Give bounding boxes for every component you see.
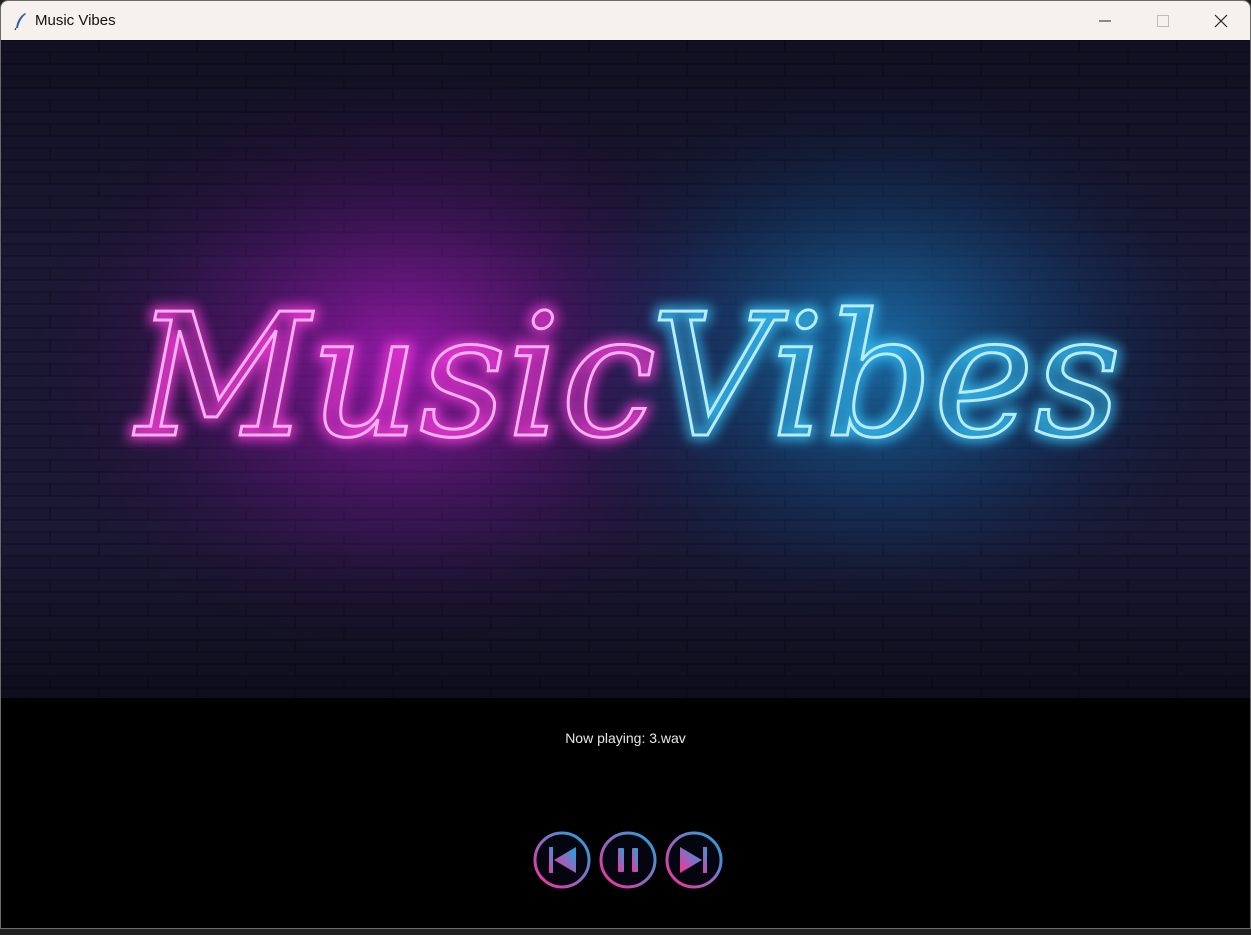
neon-banner: Music Music Vibes Vibes	[1, 40, 1250, 698]
minimize-icon	[1099, 20, 1111, 21]
window-title: Music Vibes	[35, 12, 116, 29]
maximize-icon	[1157, 14, 1169, 27]
feather-icon	[14, 12, 26, 30]
window-controls	[1076, 1, 1250, 40]
previous-button[interactable]	[532, 830, 592, 890]
neon-sign-music: Music	[133, 278, 656, 476]
maximize-button[interactable]	[1134, 1, 1192, 40]
brick-wall-background: Music Music Vibes Vibes	[1, 40, 1250, 698]
player-controls	[532, 830, 724, 890]
neon-text-vibes: Vibes Vibes	[646, 273, 1127, 481]
app-window: Music Vibes Music Music Vibes Vibes Now …	[0, 0, 1251, 929]
now-playing-label: Now playing: 3.wav	[565, 730, 686, 746]
pause-button[interactable]	[598, 830, 658, 890]
neon-text-music: Music Music	[128, 273, 661, 481]
player-panel: Now playing: 3.wav	[1, 698, 1250, 928]
close-icon	[1214, 14, 1228, 27]
neon-sign-vibes: Vibes	[651, 278, 1122, 476]
title-bar[interactable]: Music Vibes	[1, 1, 1250, 40]
minimize-button[interactable]	[1076, 1, 1134, 40]
close-button[interactable]	[1192, 1, 1250, 40]
next-button[interactable]	[664, 830, 724, 890]
